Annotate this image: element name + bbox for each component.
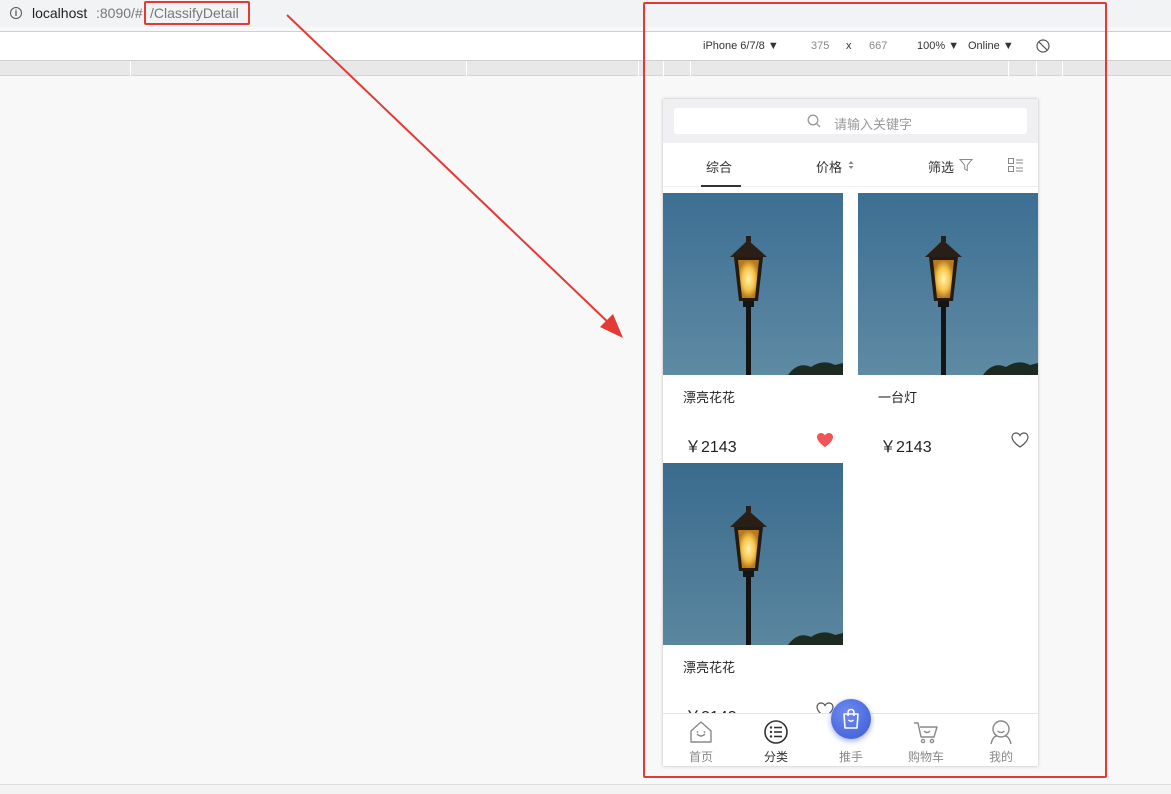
url-host: localhost <box>32 5 88 21</box>
route-highlight-box <box>144 1 250 25</box>
status-strip <box>0 784 1171 794</box>
info-icon[interactable]: i <box>10 7 22 19</box>
annotation-highlight-box <box>643 2 1107 778</box>
url-port-path: :8090/# <box>96 5 143 21</box>
